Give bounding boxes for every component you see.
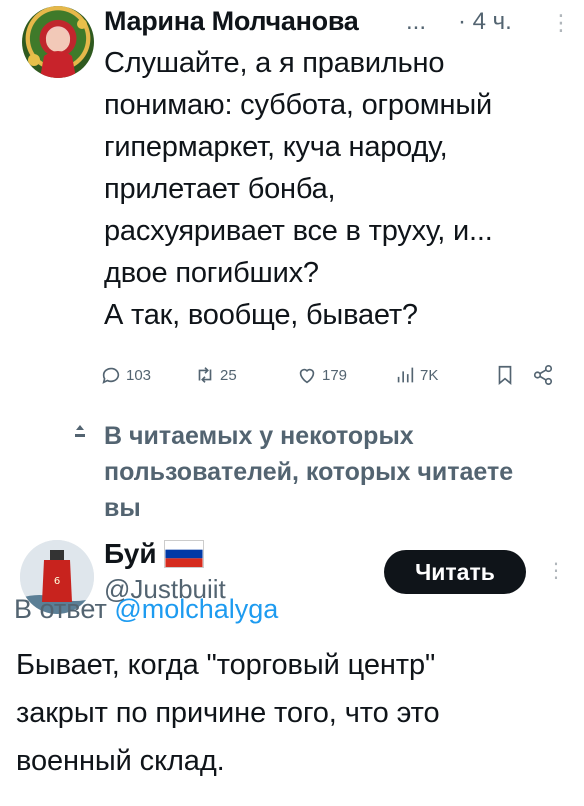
reply-text-line: Бывает, когда "торговый центр": [16, 649, 436, 681]
bookmark-button[interactable]: [494, 360, 516, 390]
person-arrow-icon: [75, 425, 85, 437]
tweet-text-line: Слушайте, а я правильно: [104, 47, 445, 79]
replying-to: В ответ @molchalyga: [14, 594, 278, 625]
retweet-button[interactable]: 25: [194, 360, 237, 390]
retweet-icon: [198, 367, 212, 383]
author-avatar[interactable]: [22, 6, 94, 78]
tweet: Марина Молчанова ... · 4 ч. ⋮ Слушайте, …: [0, 0, 584, 420]
name-truncation: ...: [406, 8, 427, 35]
views-button[interactable]: 7K: [394, 360, 438, 390]
tweet-text-line: гипермаркет, куча народу,: [104, 131, 448, 163]
social-context-text: вы: [104, 494, 141, 522]
reply-count: 103: [126, 366, 152, 384]
tweet-text-line: прилетает бонба,: [104, 173, 336, 205]
tweet-header: Марина Молчанова ... · 4 ч. ⋮: [104, 6, 574, 38]
more-icon[interactable]: ⋮: [546, 558, 566, 583]
views-count: 7K: [420, 366, 439, 384]
author-name[interactable]: Марина Молчанова: [104, 6, 359, 37]
share-button[interactable]: [532, 360, 554, 390]
follow-button[interactable]: Читать: [384, 550, 526, 594]
tweet-text-line: двое погибших?: [104, 257, 319, 289]
reply-text-line: закрыт по причине того, что это: [16, 697, 440, 729]
reply-button[interactable]: 103: [100, 360, 151, 390]
more-icon[interactable]: ⋮: [550, 10, 572, 36]
retweet-count: 25: [220, 366, 237, 384]
heart-icon: [299, 368, 315, 384]
bookmark-icon: [498, 365, 512, 386]
mention-link[interactable]: @molchalyga: [114, 594, 278, 624]
tweet-text-line: понимаю: суббота, огромный: [104, 89, 492, 121]
tweet-text-line: А так, вообще, бывает?: [104, 299, 418, 331]
reply-author-name[interactable]: Буй: [104, 538, 157, 570]
reply-text-line: военный склад.: [16, 745, 225, 777]
reply-tweet: 6 Буй @Justbuiit Читать ⋮ В ответ @molch…: [0, 530, 584, 806]
replying-to-prefix: В ответ: [14, 594, 115, 624]
tweet-time[interactable]: · 4 ч.: [458, 8, 512, 36]
russia-flag-icon: [164, 540, 204, 568]
tweet-text-line: расхуяривает все в труху, и...: [104, 215, 493, 247]
social-context-text: В читаемых у некоторых: [104, 422, 414, 450]
social-context-text: пользователей, которых читаете: [104, 458, 514, 486]
svg-text:6: 6: [54, 576, 60, 587]
like-count: 179: [322, 366, 348, 384]
like-button[interactable]: 179: [296, 360, 347, 390]
tweet-actions: 103 25 179 7K: [100, 360, 570, 390]
reply-icon: [102, 367, 120, 384]
share-icon: [533, 365, 553, 385]
views-icon: [397, 367, 414, 383]
